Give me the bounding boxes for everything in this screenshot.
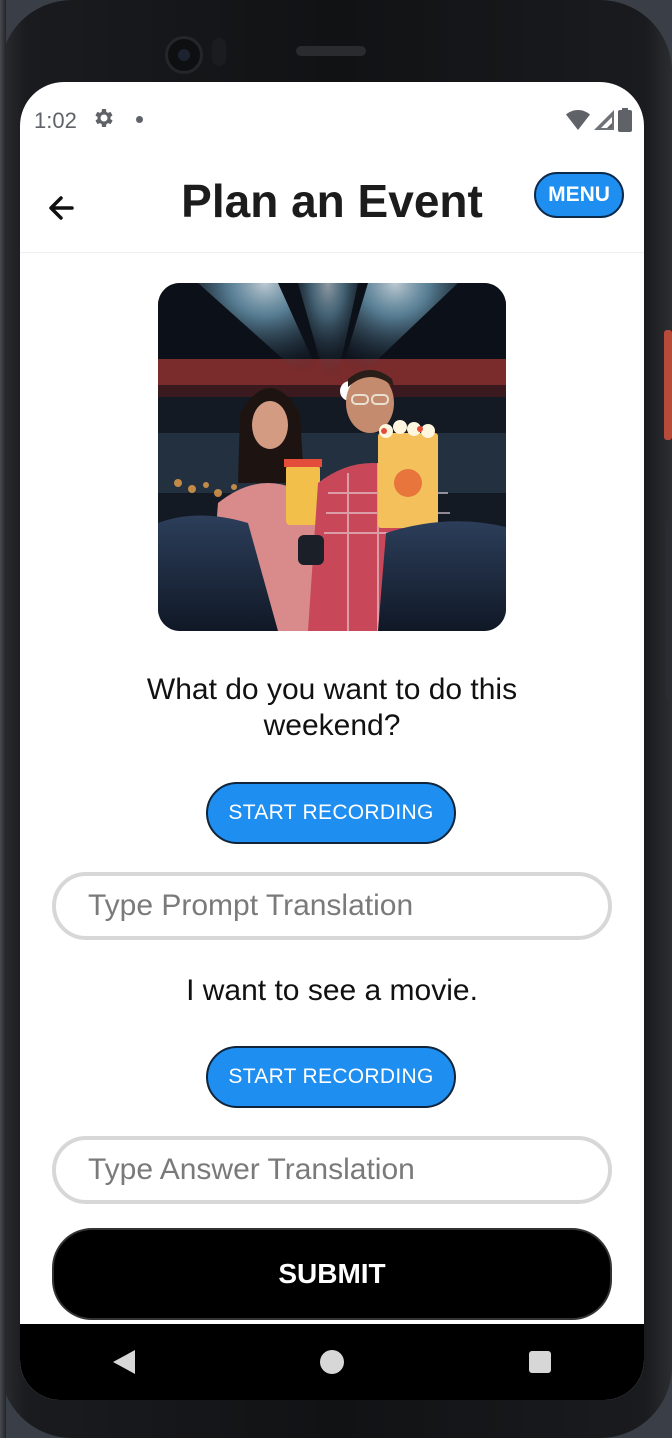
nav-home-button[interactable]	[302, 1332, 362, 1392]
power-button	[664, 330, 672, 440]
answer-text: I want to see a movie.	[186, 974, 478, 1007]
phone-frame: 1:02 Plan an Event MENU What do you want…	[0, 0, 672, 1438]
nav-back-button[interactable]	[94, 1332, 154, 1392]
screen: 1:02 Plan an Event MENU What do you want…	[20, 82, 644, 1400]
battery-icon	[618, 108, 632, 137]
circle-home-icon	[320, 1350, 344, 1374]
front-camera	[165, 36, 203, 74]
status-bar: 1:02	[20, 82, 644, 162]
menu-button[interactable]: MENU	[534, 172, 624, 218]
triangle-back-icon	[113, 1350, 135, 1374]
status-icons	[566, 108, 632, 137]
app-bar: Plan an Event MENU	[20, 162, 644, 253]
gear-icon	[92, 106, 116, 137]
answer-translation-input[interactable]	[52, 1136, 612, 1204]
proximity-sensor	[212, 38, 226, 66]
signal-icon	[594, 109, 614, 136]
movie-theater-image	[158, 283, 506, 631]
wifi-icon	[566, 109, 590, 136]
earpiece-speaker	[296, 46, 366, 56]
status-time: 1:02	[34, 108, 77, 133]
prompt-translation-input[interactable]	[52, 872, 612, 940]
prompt-start-recording-button[interactable]: START RECORDING	[206, 782, 456, 844]
notification-dot-icon	[136, 116, 143, 123]
volume-button	[666, 520, 672, 700]
square-recents-icon	[529, 1351, 551, 1373]
phone-edge	[0, 0, 6, 1438]
answer-start-recording-button[interactable]: START RECORDING	[206, 1046, 456, 1108]
prompt-text: What do you want to do this weekend?	[146, 673, 518, 742]
system-nav-bar	[20, 1324, 644, 1400]
submit-button[interactable]: SUBMIT	[52, 1228, 612, 1320]
nav-recents-button[interactable]	[510, 1332, 570, 1392]
